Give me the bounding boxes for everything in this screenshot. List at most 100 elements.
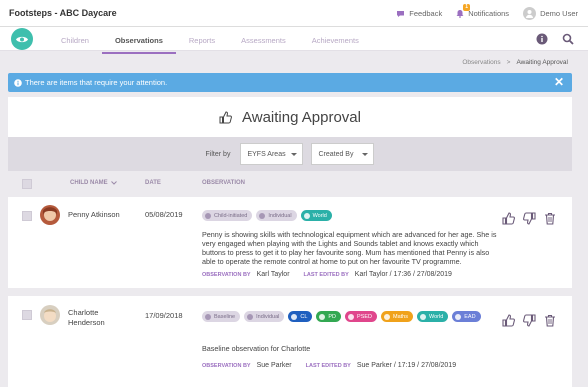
tag-pd: PD (316, 311, 342, 322)
tag-psed: PSED (345, 311, 378, 322)
last-edited-label: LAST EDITED BY (303, 271, 349, 278)
breadcrumb-observations[interactable]: Observations (462, 59, 500, 66)
globe-icon (420, 313, 426, 320)
chevron-down-icon (291, 153, 298, 156)
user-menu[interactable]: Demo User (523, 7, 578, 20)
notification-badge: 1 (463, 4, 470, 11)
main-nav: Children Observations Reports Assessment… (0, 27, 588, 54)
trash-icon[interactable] (544, 314, 556, 327)
observation-by-value: Karl Taylor (256, 271, 290, 278)
feedback-link[interactable]: Feedback (396, 9, 442, 18)
observation-text: Penny is showing skills with technologic… (202, 230, 497, 266)
tab-reports[interactable]: Reports (176, 36, 228, 54)
created-by-select[interactable]: Created By (311, 143, 375, 165)
row-checkbox[interactable] (22, 310, 32, 320)
select-all-checkbox[interactable] (22, 179, 32, 189)
tag-label: World (429, 313, 444, 320)
smiley-icon (348, 313, 355, 320)
chat-icon (397, 10, 405, 17)
tab-children[interactable]: Children (48, 36, 102, 54)
brush-icon (455, 313, 462, 320)
user-name: Demo User (540, 9, 578, 18)
observation-date: 17/09/2018 (145, 311, 183, 320)
eyfs-areas-value: EYFS Areas (247, 150, 286, 158)
column-observation: OBSERVATION (202, 180, 246, 186)
tag-baseline: Baseline (202, 311, 241, 322)
row-checkbox[interactable] (22, 211, 32, 221)
tag-list: Baseline Individual CL PD PSED Maths Wor… (202, 311, 492, 322)
eye-icon (205, 313, 211, 320)
eye-icon (247, 313, 254, 320)
eye-icon (205, 212, 211, 219)
tab-achievements[interactable]: Achievements (299, 36, 372, 54)
tag-child-initiated: Child-initiated (202, 210, 253, 221)
calculator-icon (384, 313, 391, 320)
row-actions (502, 212, 556, 225)
tag-label: PD (328, 313, 337, 320)
observation-date: 05/08/2019 (145, 210, 183, 219)
row-actions (502, 314, 556, 327)
thumbs-up-icon (219, 110, 232, 123)
tag-individual: Individual (244, 311, 285, 322)
info-icon (14, 78, 22, 87)
breadcrumb: Observations > Awaiting Approval (462, 59, 568, 66)
info-icon[interactable] (536, 33, 548, 45)
tag-label: Child-initiated (214, 212, 248, 219)
observation-by-label: OBSERVATION BY (202, 362, 251, 369)
observation-meta: OBSERVATION BY Sue Parker LAST EDITED BY… (202, 362, 464, 369)
child-name[interactable]: Charlotte Henderson (68, 308, 105, 328)
table-row: Penny Atkinson 05/08/2019 Child-initiate… (8, 197, 572, 288)
table-header: CHILD NAME DATE OBSERVATION (8, 176, 572, 192)
close-icon[interactable]: ✕ (554, 76, 564, 88)
tag-ead: EAD (452, 311, 481, 322)
trash-icon[interactable] (544, 212, 556, 225)
feedback-label: Feedback (409, 9, 443, 18)
eyfs-areas-select[interactable]: EYFS Areas (240, 143, 304, 165)
column-child-name[interactable]: CHILD NAME (70, 180, 108, 186)
approve-thumbs-up-icon[interactable] (502, 212, 515, 225)
notifications-link[interactable]: 1 Notifications (456, 4, 510, 18)
eye-icon (259, 212, 266, 219)
tag-world: World (417, 311, 449, 322)
tag-list: Child-initiated Individual World (202, 210, 492, 221)
tag-label: EAD (464, 313, 476, 320)
observation-meta: OBSERVATION BY Karl Taylor LAST EDITED B… (202, 271, 460, 278)
observation-by-value: Sue Parker (256, 362, 292, 369)
top-bar: Footsteps - ABC Daycare Feedback 1 Notif… (0, 0, 588, 27)
tag-individual: Individual (256, 210, 297, 221)
child-avatar[interactable] (40, 205, 60, 225)
child-first-name: Charlotte (68, 308, 99, 317)
page-title: Awaiting Approval (242, 108, 361, 126)
tag-maths: Maths (381, 311, 413, 322)
alert-text: There are items that require your attent… (25, 78, 168, 87)
reject-thumbs-down-icon[interactable] (523, 314, 536, 327)
tag-label: Individual (256, 313, 280, 320)
tab-observations[interactable]: Observations (101, 36, 176, 54)
tag-label: Maths (393, 313, 408, 320)
observation-by-label: OBSERVATION BY (202, 271, 251, 278)
tag-cl: CL (288, 311, 313, 322)
breadcrumb-separator: > (506, 59, 511, 66)
approve-thumbs-up-icon[interactable] (502, 314, 515, 327)
tag-label: PSED (357, 313, 373, 320)
app-logo-eye-icon[interactable] (11, 28, 33, 50)
user-avatar-icon (523, 7, 537, 20)
observation-text: Baseline observation for Charlotte (202, 344, 311, 353)
child-name[interactable]: Penny Atkinson (68, 210, 120, 220)
last-edited-label: LAST EDITED BY (305, 362, 351, 369)
column-date: DATE (145, 180, 161, 186)
child-avatar[interactable] (40, 305, 60, 325)
reject-thumbs-down-icon[interactable] (523, 212, 536, 225)
table-row: Charlotte Henderson 17/09/2018 Baseline … (8, 296, 572, 387)
tag-label: World (312, 212, 327, 219)
tag-label: Baseline (214, 313, 236, 320)
app-title: Footsteps - ABC Daycare (9, 8, 117, 18)
filter-label: Filter by (205, 150, 231, 158)
filter-bar: Filter by EYFS Areas Created By (8, 137, 572, 171)
attention-alert: There are items that require your attent… (8, 73, 572, 92)
notifications-label: Notifications (468, 9, 510, 18)
chevron-down-icon[interactable] (111, 181, 117, 185)
tab-assessments[interactable]: Assessments (228, 36, 299, 54)
search-icon[interactable] (562, 33, 574, 45)
tag-label: Individual (268, 212, 292, 219)
